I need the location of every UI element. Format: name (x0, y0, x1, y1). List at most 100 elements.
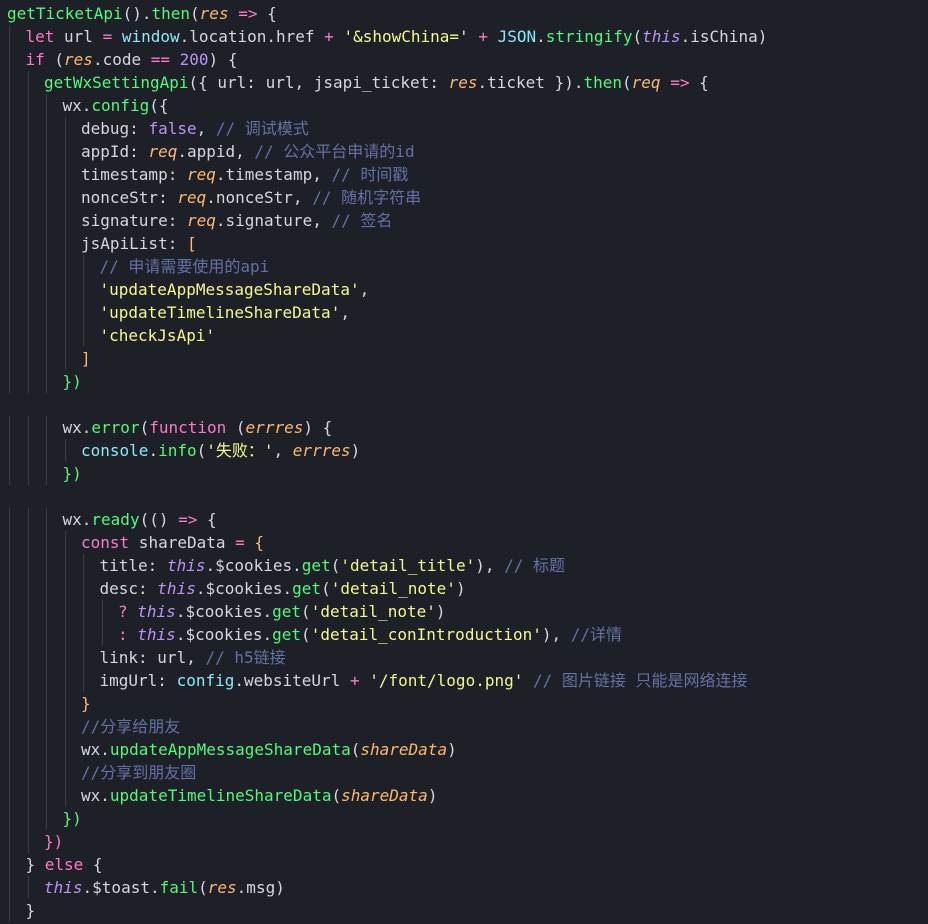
indent-guide (27, 692, 29, 715)
code-line[interactable]: appId: req.appid, // 公众平台申请的id (81, 140, 415, 163)
code-token-comment: //分享给朋友 (81, 717, 181, 736)
code-line[interactable]: } else { (26, 853, 103, 876)
code-token-this: this (44, 878, 83, 897)
code-line[interactable]: //分享到朋友圈 (81, 761, 196, 784)
code-token-keyword: = (102, 27, 113, 46)
indent-guide (9, 508, 10, 531)
code-line[interactable]: } (81, 692, 91, 715)
code-line[interactable]: 'updateTimelineShareData', (100, 301, 350, 324)
code-line[interactable]: 'updateAppMessageShareData', (100, 278, 370, 301)
code-line[interactable]: if (res.code == 200) { (26, 48, 238, 71)
code-line[interactable]: desc: this.$cookies.get('detail_note') (100, 577, 466, 600)
code-token-param: req (186, 165, 216, 184)
indent-guide (64, 531, 66, 554)
code-token-param: req (631, 73, 661, 92)
code-line[interactable]: // 申请需要使用的api (100, 255, 270, 278)
code-line[interactable]: imgUrl: config.websiteUrl + '/font/logo.… (100, 669, 748, 692)
indent-guide (64, 347, 66, 370)
indent-guide (64, 117, 66, 140)
code-token-function: getTicketApi (7, 4, 123, 23)
code-token-param: res (199, 4, 229, 23)
code-token-default: . (81, 510, 92, 529)
code-token-comment: //分享到朋友圈 (81, 763, 197, 782)
indent-guide (64, 301, 66, 324)
code-line[interactable]: wx.ready(() => { (63, 508, 217, 531)
indent-guide (64, 761, 66, 784)
indent-guide (46, 301, 47, 324)
code-token-default: wx (62, 96, 82, 115)
indent-guide (64, 600, 66, 623)
indent-guide (46, 531, 47, 554)
indent-guide (46, 738, 47, 761)
code-token-this: this (157, 579, 196, 598)
code-line[interactable]: let url = window.location.href + '&showC… (26, 25, 768, 48)
code-token-default: title: (99, 556, 167, 575)
indent-guide (27, 577, 29, 600)
indent-guide (9, 117, 10, 140)
code-line[interactable]: }) (44, 830, 63, 853)
code-line[interactable]: getWxSettingApi({ url: url, jsapi_ticket… (44, 71, 709, 94)
code-token-function: }) (62, 464, 82, 483)
code-token-default: link: url, (99, 648, 206, 667)
code-token-string: '/font/logo.png' (369, 671, 524, 690)
code-line[interactable]: link: url, // h5链接 (100, 646, 286, 669)
indent-guide (9, 416, 10, 439)
code-line[interactable]: debug: false, // 调试模式 (81, 117, 309, 140)
code-line[interactable]: signature: req.signature, // 签名 (81, 209, 392, 232)
code-line[interactable]: 'checkJsApi' (100, 324, 216, 347)
indent-guide (64, 715, 66, 738)
code-token-string: 'checkJsApi' (99, 326, 216, 345)
indent-guide (46, 807, 47, 830)
code-token-default: ( (190, 4, 200, 23)
code-token-default (469, 27, 479, 46)
code-token-function: get (292, 579, 322, 598)
indent-guide (46, 508, 47, 531)
code-line[interactable]: console.info('失败：', errres) (81, 439, 360, 462)
code-line[interactable]: wx.error(function (errres) { (63, 416, 333, 439)
indent-guide (64, 554, 66, 577)
code-token-function: config (91, 96, 150, 115)
code-line[interactable]: wx.updateTimelineShareData(shareData) (81, 784, 437, 807)
indent-guide (9, 232, 10, 255)
code-line[interactable]: wx.config({ (63, 94, 169, 117)
indent-guide (27, 623, 29, 646)
code-line[interactable]: const shareData = { (81, 531, 264, 554)
code-line[interactable]: ? this.$cookies.get('detail_note') (118, 600, 446, 623)
indent-guide (9, 186, 10, 209)
code-token-default: . (81, 418, 92, 437)
code-line[interactable]: //分享给朋友 (81, 715, 180, 738)
code-token-string: 'detail_title' (340, 556, 476, 575)
code-token-this: this (137, 602, 176, 621)
code-line[interactable]: } (26, 899, 36, 922)
code-token-default: . (100, 786, 110, 805)
code-line[interactable]: }) (63, 462, 82, 485)
indent-guide (27, 554, 29, 577)
code-line[interactable]: jsApiList: [ (81, 232, 197, 255)
code-line[interactable]: wx.updateAppMessageShareData(shareData) (81, 738, 457, 761)
code-token-default (128, 602, 138, 621)
indent-guide (64, 646, 66, 669)
code-line[interactable]: getTicketApi().then(res => { (7, 2, 277, 25)
code-line[interactable]: : this.$cookies.get('detail_conIntroduct… (118, 623, 622, 646)
code-token-default: ( (321, 579, 331, 598)
code-editor[interactable]: getTicketApi().then(res => {let url = wi… (0, 0, 928, 924)
code-line[interactable]: }) (63, 807, 82, 830)
code-token-param: shareData (341, 786, 428, 805)
code-token-default: url (54, 27, 103, 46)
code-line[interactable]: title: this.$cookies.get('detail_title')… (100, 554, 566, 577)
indent-guide (9, 876, 10, 899)
indent-guide (46, 324, 47, 347)
indent-guide (9, 48, 10, 71)
indent-guide (9, 577, 10, 600)
code-line[interactable]: ] (81, 347, 91, 370)
code-line[interactable]: this.$toast.fail(res.msg) (44, 876, 285, 899)
code-token-this: false (148, 119, 197, 138)
indent-guide (27, 232, 29, 255)
code-token-function: get (272, 602, 302, 621)
code-token-default (334, 27, 344, 46)
code-line[interactable]: }) (63, 370, 82, 393)
code-token-param: } (81, 694, 91, 713)
code-line[interactable]: timestamp: req.timestamp, // 时间戳 (81, 163, 408, 186)
code-line[interactable]: nonceStr: req.nonceStr, // 随机字符串 (81, 186, 421, 209)
code-token-default: ) (427, 786, 438, 805)
